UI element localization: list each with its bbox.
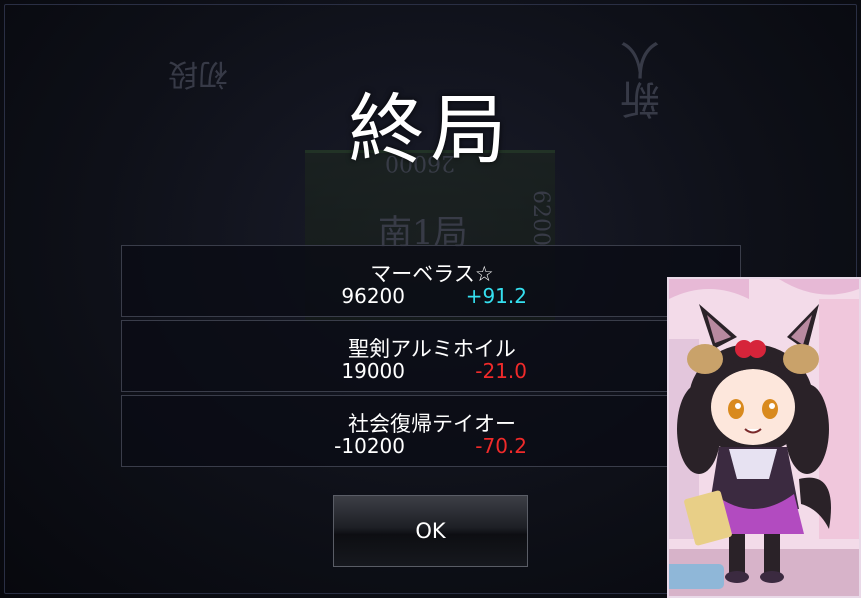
player-score: -10200 [334, 434, 405, 458]
result-row-2: 聖剣アルミホイル 19000 -21.0 [121, 320, 741, 392]
ok-button[interactable]: OK [333, 495, 528, 567]
background-score-side: 6200 [528, 190, 553, 246]
character-card [667, 277, 861, 598]
player-point-delta: -21.0 [475, 359, 527, 383]
player-name: 社会復帰テイオー [348, 412, 516, 436]
chibi-character-icon [669, 279, 859, 596]
player-score: 96200 [341, 284, 405, 308]
player-point-delta: +91.2 [465, 284, 527, 308]
result-row-1: マーベラス☆ 96200 +91.2 [121, 245, 741, 317]
player-point-delta: -70.2 [475, 434, 527, 458]
player-score: 19000 [341, 359, 405, 383]
game-end-title: 終局 [348, 85, 513, 174]
player-name: マーベラス☆ [370, 262, 494, 286]
game-screen: 初段 新人 26000 南1局 6200 終局 マーベラス☆ 96200 +91… [0, 0, 861, 598]
player-name: 聖剣アルミホイル [348, 337, 516, 361]
results-list: マーベラス☆ 96200 +91.2 聖剣アルミホイル 19000 -21.0 … [121, 245, 741, 470]
result-row-3: 社会復帰テイオー -10200 -70.2 [121, 395, 741, 467]
